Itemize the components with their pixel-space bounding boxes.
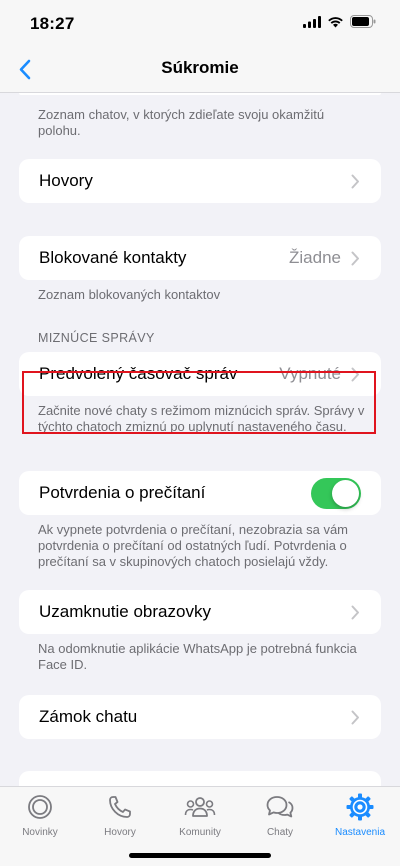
chevron-right-icon <box>351 604 361 620</box>
tab-settings[interactable]: Nastavenia <box>320 793 400 838</box>
tab-chats-label: Chaty <box>266 827 294 838</box>
read-receipts-footer: Ak vypnete potvrdenia o prečítaní, nezob… <box>38 522 349 569</box>
status-icons <box>303 15 376 28</box>
read-receipts-label: Potvrdenia o prečítaní <box>39 483 206 502</box>
screen-lock-label: Uzamknutie obrazovky <box>39 602 211 621</box>
blocked-contacts-footer: Zoznam blokovaných kontaktov <box>38 287 221 302</box>
calls-row[interactable]: Hovory <box>19 159 381 203</box>
tab-calls-label: Hovory <box>104 827 136 838</box>
communities-icon <box>184 797 216 817</box>
chat-lock-row[interactable]: Zámok chatu <box>19 695 381 739</box>
calls-label: Hovory <box>39 171 93 190</box>
status-bar: 18:27 <box>0 0 400 46</box>
privacy-settings-list[interactable]: Zoznam chatov, v ktorých zdieľate svoju … <box>0 93 400 786</box>
tab-updates-label: Novinky <box>22 827 58 838</box>
phone-icon <box>109 796 131 818</box>
toggle-knob <box>332 479 359 507</box>
wifi-icon <box>328 16 343 27</box>
blocked-contacts-row[interactable]: Blokované kontakty Žiadne <box>19 236 381 280</box>
updates-icon <box>28 795 52 819</box>
screen-lock-row[interactable]: Uzamknutie obrazovky <box>19 590 381 634</box>
highlight-box <box>22 371 376 434</box>
chats-icon <box>266 796 294 818</box>
tab-settings-label: Nastavenia <box>334 827 386 838</box>
blocked-contacts-value: Žiadne <box>289 248 341 267</box>
screen-lock-footer: Na odomknutie aplikácie WhatsApp je potr… <box>38 641 357 672</box>
tab-updates[interactable]: Novinky <box>0 793 80 838</box>
tab-chats[interactable]: Chaty <box>240 793 320 838</box>
live-location-footer: Zoznam chatov, v ktorých zdieľate svoju … <box>38 107 325 138</box>
chat-lock-label: Zámok chatu <box>39 707 138 726</box>
next-settings-row[interactable] <box>19 771 381 786</box>
tab-communities-label: Komunity <box>179 827 221 838</box>
chevron-right-icon <box>351 250 361 266</box>
disappearing-messages-header: MIZNÚCE SPRÁVY <box>38 331 155 345</box>
home-indicator[interactable] <box>129 853 271 858</box>
chevron-right-icon <box>351 173 361 189</box>
settings-gear-icon <box>346 793 374 821</box>
navigation-bar: Súkromie <box>0 46 400 92</box>
tab-calls[interactable]: Hovory <box>80 793 160 838</box>
read-receipts-row: Potvrdenia o prečítaní <box>19 471 381 515</box>
signal-icon <box>303 15 321 28</box>
live-location-cell-edge <box>19 93 381 95</box>
blocked-contacts-label: Blokované kontakty <box>39 248 187 267</box>
read-receipts-toggle[interactable] <box>311 477 361 509</box>
status-time: 18:27 <box>30 14 75 33</box>
chevron-right-icon <box>351 709 361 725</box>
battery-icon <box>350 15 376 28</box>
page-title: Súkromie <box>161 58 239 77</box>
tab-communities[interactable]: Komunity <box>160 793 240 838</box>
